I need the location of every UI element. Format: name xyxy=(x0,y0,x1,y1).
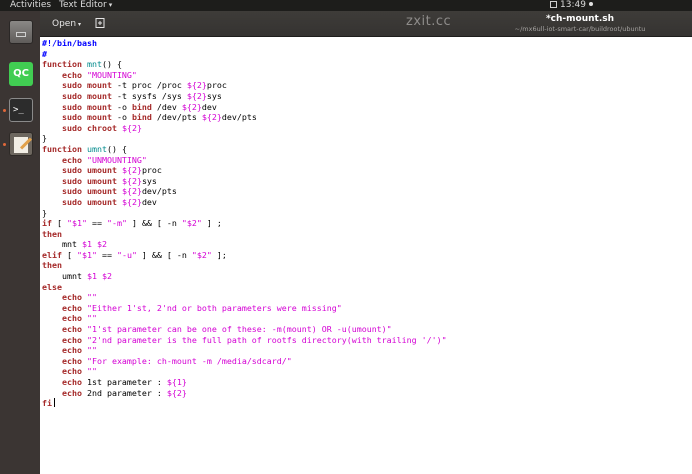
calendar-icon xyxy=(550,1,557,8)
new-document-icon[interactable] xyxy=(95,18,105,28)
code-line[interactable]: sudo umount ${2}dev xyxy=(42,197,690,208)
top-bar: Activities Text Editor ▾ 13:49 xyxy=(0,0,692,11)
code-line[interactable]: sudo umount ${2}proc xyxy=(42,165,690,176)
code-line[interactable]: function mnt() { xyxy=(42,59,690,70)
code-line[interactable]: else xyxy=(42,282,690,293)
code-line[interactable]: umnt $1 $2 xyxy=(42,271,690,282)
code-line[interactable]: then xyxy=(42,260,690,271)
header-bar: Open ▾ zxit.cc *ch-mount.sh ~/mx6ull-iot-… xyxy=(40,11,692,37)
running-indicator-icon xyxy=(3,143,6,146)
code-line[interactable]: echo 2nd parameter : ${2} xyxy=(42,388,690,399)
code-line[interactable]: echo "1'st parameter can be one of these… xyxy=(42,324,690,335)
terminal-launcher-button[interactable]: >_ xyxy=(3,98,33,122)
code-line[interactable]: } xyxy=(42,133,690,144)
code-line[interactable]: echo "" xyxy=(42,292,690,303)
code-view[interactable]: #!/bin/bash # function mnt() { echo "MOUNT… xyxy=(42,38,690,409)
code-line[interactable]: # xyxy=(42,49,690,60)
code-line[interactable]: echo "MOUNTING" xyxy=(42,70,690,81)
code-line[interactable]: echo "2'nd parameter is the full path of… xyxy=(42,335,690,346)
code-line[interactable]: mnt $1 $2 xyxy=(42,239,690,250)
code-line[interactable]: sudo umount ${2}sys xyxy=(42,176,690,187)
code-line[interactable]: sudo mount -o bind /dev/pts ${2}dev/pts xyxy=(42,112,690,123)
code-line[interactable]: echo "" xyxy=(42,313,690,324)
open-button[interactable]: Open ▾ xyxy=(48,17,85,31)
watermark: zxit.cc xyxy=(406,14,452,29)
files-icon xyxy=(16,32,26,37)
app-menu-label: Text Editor xyxy=(59,0,107,10)
document-title: *ch-mount.sh xyxy=(545,14,615,24)
code-line[interactable]: fi xyxy=(42,398,690,409)
chevron-down-icon: ▾ xyxy=(78,21,82,28)
document-path: ~/mx6ull-iot-smart-car/buildroot/ubuntu xyxy=(514,25,646,33)
app-menu[interactable]: Text Editor ▾ xyxy=(59,0,112,11)
code-line[interactable]: #!/bin/bash xyxy=(42,38,690,49)
qt-creator-icon: QC xyxy=(13,68,29,79)
code-line[interactable]: echo "UNMOUNTING" xyxy=(42,155,690,166)
code-line[interactable]: sudo mount -o bind /dev ${2}dev xyxy=(42,102,690,113)
open-button-label: Open xyxy=(52,19,77,29)
text-editor-launcher-button[interactable] xyxy=(3,132,33,156)
launcher: QC >_ xyxy=(0,11,40,474)
code-line[interactable]: function umnt() { xyxy=(42,144,690,155)
code-line[interactable]: } xyxy=(42,208,690,219)
code-line[interactable]: echo "" xyxy=(42,345,690,356)
code-line[interactable]: sudo mount -t proc /proc ${2}proc xyxy=(42,80,690,91)
chevron-down-icon: ▾ xyxy=(108,1,113,9)
code-line[interactable]: if [ "$1" == "-m" ] && [ -n "$2" ] ; xyxy=(42,218,690,229)
clock[interactable]: 13:49 xyxy=(550,0,593,11)
activities-button[interactable]: Activities xyxy=(10,0,51,11)
clock-time: 13:49 xyxy=(560,0,586,10)
terminal-icon: >_ xyxy=(13,105,24,115)
code-line[interactable]: then xyxy=(42,229,690,240)
code-line[interactable]: echo "For example: ch-mount -m /media/sd… xyxy=(42,356,690,367)
text-cursor xyxy=(54,398,55,408)
editor-area[interactable]: #!/bin/bash # function mnt() { echo "MOUNT… xyxy=(40,37,692,474)
code-line[interactable]: elif [ "$1" == "-u" ] && [ -n "$2" ]; xyxy=(42,250,690,261)
code-line[interactable]: echo "Either 1'st, 2'nd or both paramete… xyxy=(42,303,690,314)
files-launcher-button[interactable] xyxy=(9,20,33,44)
code-line[interactable]: sudo umount ${2}dev/pts xyxy=(42,186,690,197)
code-line[interactable]: sudo mount -t sysfs /sys ${2}sys xyxy=(42,91,690,102)
notification-dot-icon xyxy=(588,2,593,6)
code-line[interactable]: sudo chroot ${2} xyxy=(42,123,690,134)
code-line[interactable]: echo 1st parameter : ${1} xyxy=(42,377,690,388)
running-indicator-icon xyxy=(3,109,6,112)
code-line[interactable]: echo "" xyxy=(42,366,690,377)
qt-creator-launcher-button[interactable]: QC xyxy=(9,62,33,86)
